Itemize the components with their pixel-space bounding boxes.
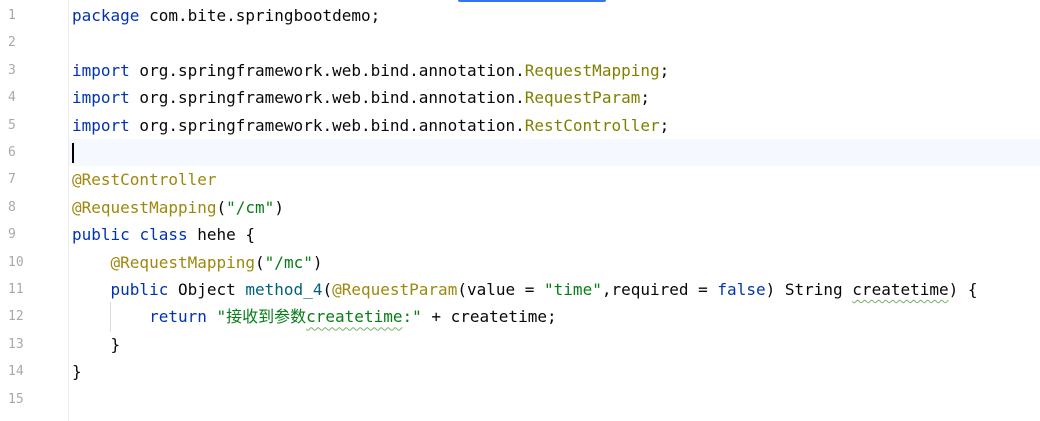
code-line[interactable]: } xyxy=(69,331,1040,358)
line-number: 1 xyxy=(8,8,16,23)
annotation-args: ,required = xyxy=(601,280,718,299)
string-literal: :" xyxy=(402,307,422,327)
code-area[interactable]: package com.bite.springbootdemo; import … xyxy=(69,0,1040,421)
string-literal: "time" xyxy=(544,280,602,299)
code-line[interactable]: @RequestMapping("/mc") xyxy=(69,249,1040,276)
line-number: 11 xyxy=(8,282,24,297)
code-editor[interactable]: 1 2 3 4 5 6 7 8 9 10 11 12 13 14 15 pack… xyxy=(0,0,1040,421)
package-name: com.bite.springbootdemo; xyxy=(139,6,381,25)
open-paren: ( xyxy=(216,197,227,217)
close-paren: ) xyxy=(274,197,284,217)
line-number: 13 xyxy=(8,336,24,352)
code-line[interactable]: @RequestMapping("/cm") xyxy=(69,194,1040,221)
return-expression: + createtime; xyxy=(421,307,557,327)
annotation-args: (value = xyxy=(457,280,545,299)
imported-class: RestController xyxy=(524,115,660,135)
parameter-type: ) String xyxy=(765,280,853,299)
semicolon: ; xyxy=(659,60,670,80)
string-literal-typo: createtime xyxy=(306,307,403,327)
code-line[interactable]: } xyxy=(69,358,1040,385)
line-number-gutter: 1 2 3 4 5 6 7 8 9 10 11 12 13 14 15 xyxy=(0,0,69,421)
text-caret xyxy=(72,143,74,163)
current-code-line[interactable] xyxy=(69,139,1040,167)
code-line[interactable]: @RestController xyxy=(69,166,1040,193)
line-number: 4 xyxy=(8,90,16,106)
string-literal: "/mc" xyxy=(264,252,313,272)
keyword: import xyxy=(72,115,130,135)
line-number: 3 xyxy=(8,62,16,78)
code-line[interactable] xyxy=(69,29,1040,56)
line-number: 7 xyxy=(8,172,16,188)
import-package: org.springframework.web.bind.annotation. xyxy=(129,88,525,108)
open-paren: ( xyxy=(255,252,265,272)
keyword: import xyxy=(72,60,130,80)
code-line[interactable]: import org.springframework.web.bind.anno… xyxy=(69,84,1040,111)
line-number: 15 xyxy=(8,391,24,407)
line-number: 2 xyxy=(8,35,16,51)
semicolon: ; xyxy=(659,115,670,135)
code-line[interactable] xyxy=(69,386,1040,413)
imported-class: RequestParam xyxy=(524,88,641,108)
return-type: Object xyxy=(168,280,246,299)
code-line[interactable]: public Object method_4(@RequestParam(val… xyxy=(69,276,1040,303)
closing-brace: } xyxy=(72,362,82,382)
line-number: 10 xyxy=(8,254,24,270)
code-line[interactable]: return "接收到参数createtime:" + createtime; xyxy=(69,303,1040,330)
line-number: 14 xyxy=(8,364,24,380)
imported-class: RequestMapping xyxy=(524,60,660,80)
boolean-literal: false xyxy=(717,280,766,299)
keyword: class xyxy=(139,225,188,245)
string-literal: "接收到参数 xyxy=(216,307,307,327)
keyword: public xyxy=(110,280,169,299)
import-package: org.springframework.web.bind.annotation. xyxy=(129,115,525,135)
code-line[interactable]: package com.bite.springbootdemo; xyxy=(69,2,1040,29)
import-package: org.springframework.web.bind.annotation. xyxy=(129,60,525,80)
line-number: 9 xyxy=(8,227,16,243)
open-paren: ( xyxy=(322,280,333,299)
string-literal: "/cm" xyxy=(226,197,275,217)
close-paren: ) xyxy=(312,252,323,272)
keyword: return xyxy=(149,307,207,327)
keyword: import xyxy=(72,88,130,108)
line-number: 5 xyxy=(8,117,16,133)
annotation: @RequestMapping xyxy=(110,252,256,272)
code-line[interactable]: import org.springframework.web.bind.anno… xyxy=(69,112,1040,139)
closing-brace: } xyxy=(72,334,121,354)
annotation: @RestController xyxy=(72,170,217,190)
code-line[interactable]: import org.springframework.web.bind.anno… xyxy=(69,57,1040,84)
keyword: public xyxy=(72,225,130,245)
method-name: method_4 xyxy=(245,280,323,299)
class-name: hehe { xyxy=(187,225,256,245)
line-number: 12 xyxy=(8,309,24,325)
code-line[interactable]: public class hehe { xyxy=(69,221,1040,248)
parameter-name: createtime xyxy=(852,280,949,299)
keyword: package xyxy=(72,6,140,25)
annotation: @RequestParam xyxy=(332,280,458,299)
line-number: 6 xyxy=(8,145,16,160)
method-open: ) { xyxy=(948,280,978,299)
line-number: 8 xyxy=(8,199,16,215)
semicolon: ; xyxy=(640,88,650,108)
annotation: @RequestMapping xyxy=(72,197,217,217)
